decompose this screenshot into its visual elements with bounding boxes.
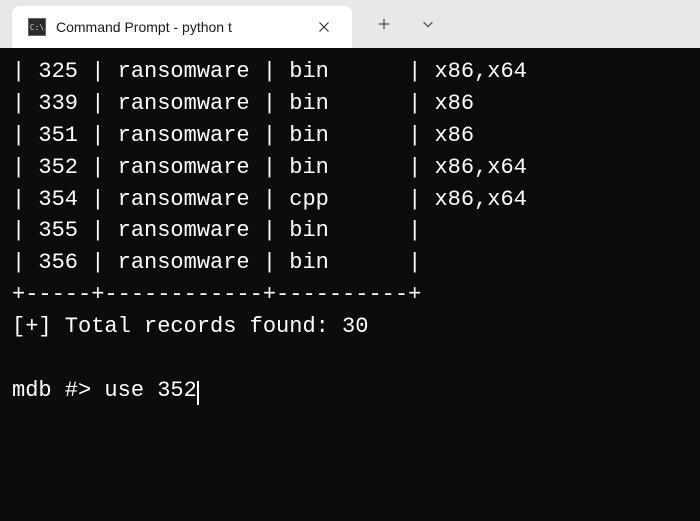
command-input[interactable]: use 352 [104,378,196,403]
terminal-content[interactable]: | 325 | ransomware | bin | x86,x64| 339 … [0,48,700,521]
prompt-prefix: mdb #> [12,378,104,403]
table-separator: +-----+------------+----------+ [12,279,688,311]
titlebar: C:\ Command Prompt - python t [0,0,700,48]
table-row: | 354 | ransomware | cpp | x86,x64 [12,184,688,216]
chevron-down-icon [421,17,435,31]
prompt-line[interactable]: mdb #> use 352 [12,375,688,407]
plus-icon [377,17,391,31]
blank-line [12,343,688,375]
titlebar-actions [364,4,448,44]
table-row: | 355 | ransomware | bin | [12,215,688,247]
table-row: | 339 | ransomware | bin | x86 [12,88,688,120]
table-row: | 325 | ransomware | bin | x86,x64 [12,56,688,88]
table-row: | 351 | ransomware | bin | x86 [12,120,688,152]
active-tab[interactable]: C:\ Command Prompt - python t [12,6,352,48]
terminal-window: C:\ Command Prompt - python t [0,0,700,521]
cursor [197,381,199,405]
cmd-icon: C:\ [28,18,46,36]
table-row: | 356 | ransomware | bin | [12,247,688,279]
tab-title: Command Prompt - python t [56,19,302,35]
tab-close-button[interactable] [312,15,336,39]
close-icon [318,21,330,33]
summary-line: [+] Total records found: 30 [12,311,688,343]
table-row: | 352 | ransomware | bin | x86,x64 [12,152,688,184]
new-tab-button[interactable] [364,4,404,44]
tab-dropdown-button[interactable] [408,4,448,44]
